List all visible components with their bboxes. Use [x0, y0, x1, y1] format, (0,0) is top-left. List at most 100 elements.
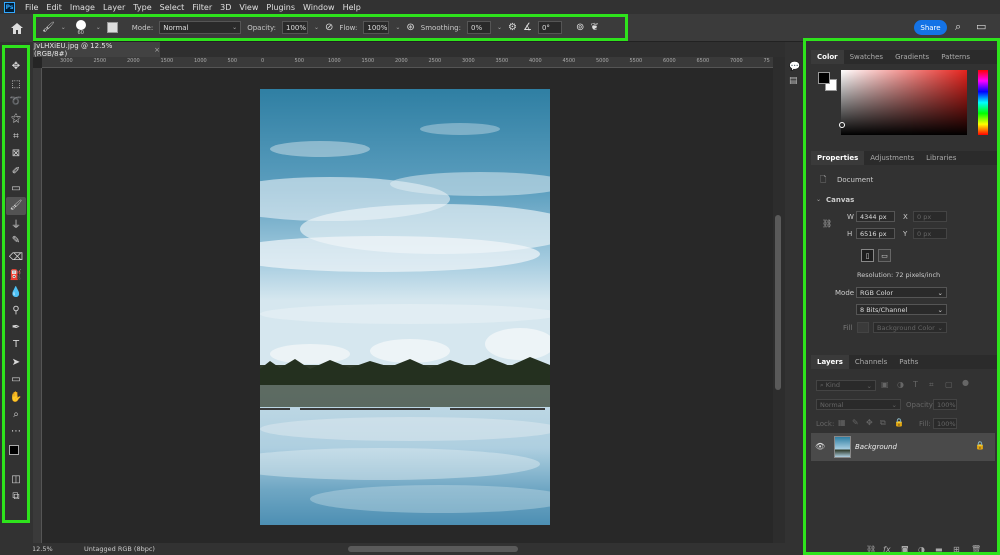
filter-toggle-icon[interactable]: ● [962, 378, 969, 387]
tab-libraries[interactable]: Libraries [920, 151, 962, 165]
width-input[interactable]: 4344 px [856, 211, 895, 222]
menu-edit[interactable]: Edit [42, 3, 66, 12]
gear-icon[interactable]: ⚙ [508, 22, 517, 33]
menu-help[interactable]: Help [339, 3, 365, 12]
menu-view[interactable]: View [235, 3, 262, 12]
tab-swatches[interactable]: Swatches [844, 50, 889, 64]
bit-depth-dropdown[interactable]: 8 Bits/Channel ⌄ [856, 304, 947, 315]
blend-mode-dropdown[interactable]: Normal ⌄ [816, 399, 901, 410]
lock-all-icon[interactable]: 🔒 [894, 418, 904, 427]
workspace-icon[interactable]: ▭ [976, 20, 986, 33]
tab-adjustments[interactable]: Adjustments [864, 151, 920, 165]
ruler-vertical[interactable] [33, 68, 42, 543]
new-layer-icon[interactable]: ⊞ [953, 545, 960, 552]
link-layers-icon[interactable]: ⛓ [866, 545, 876, 552]
mode-dropdown[interactable]: Normal ⌄ [159, 21, 242, 34]
tab-layers[interactable]: Layers [811, 355, 849, 369]
hand-tool-icon[interactable]: ✋ [6, 388, 26, 405]
brush-size-picker[interactable]: 60 [72, 19, 90, 36]
brush-tool-icon[interactable]: 🖌 [6, 197, 26, 215]
quick-mask-icon[interactable]: ◫ [6, 471, 26, 488]
chevron-down-icon[interactable]: ⌄ [61, 24, 66, 31]
menu-plugins[interactable]: Plugins [262, 3, 299, 12]
layer-fill-input[interactable]: 100% [933, 418, 957, 429]
pen-tool-icon[interactable]: ✒ [6, 319, 26, 336]
search-icon[interactable]: ⌕ [955, 20, 961, 34]
marquee-tool-icon[interactable]: ⬚ [6, 75, 26, 92]
portrait-orientation-button[interactable]: ▯ [861, 249, 874, 262]
move-tool-icon[interactable]: ✥ [6, 58, 26, 75]
magic-wand-tool-icon[interactable]: ⚝ [6, 110, 26, 127]
more-tools-icon[interactable]: ⋯ [6, 423, 26, 440]
path-selection-tool-icon[interactable]: ➤ [6, 354, 26, 371]
menu-image[interactable]: Image [66, 3, 99, 12]
fill-dropdown[interactable]: Background Color ⌄ [873, 322, 947, 333]
eyedropper-tool-icon[interactable]: ✐ [6, 162, 26, 179]
document-image[interactable] [260, 89, 550, 525]
chevron-down-icon[interactable]: ⌄ [96, 24, 101, 31]
opacity-input[interactable]: 100% [281, 21, 308, 34]
share-button[interactable]: Share [914, 20, 947, 35]
lock-pixels-icon[interactable]: ✎ [852, 418, 859, 427]
flow-input[interactable]: 100% [363, 21, 390, 34]
menu-select[interactable]: Select [156, 3, 189, 12]
layer-filter-dropdown[interactable]: ⌕ Kind ⌄ [816, 380, 876, 391]
fill-swatch[interactable] [857, 322, 869, 333]
frame-tool-icon[interactable]: ⊠ [6, 145, 26, 162]
airbrush-icon[interactable]: ⊛ [406, 22, 414, 33]
color-picker-marker[interactable] [839, 122, 845, 128]
lasso-tool-icon[interactable]: ➰ [6, 93, 26, 110]
lock-position-icon[interactable]: ✥ [866, 418, 873, 427]
filter-type-icon[interactable]: T [913, 380, 918, 389]
zoom-tool-icon[interactable]: ⌕ [6, 406, 26, 423]
tab-paths[interactable]: Paths [893, 355, 924, 369]
chevron-down-icon[interactable]: ⌄ [816, 196, 821, 203]
rectangle-tool-icon[interactable]: ▭ [6, 371, 26, 388]
chevron-down-icon[interactable]: ⌄ [395, 24, 400, 31]
lock-transparency-icon[interactable]: ▦ [838, 418, 846, 427]
menu-type[interactable]: Type [129, 3, 155, 12]
type-tool-icon[interactable]: T [6, 336, 26, 353]
filter-shape-icon[interactable]: ⌗ [929, 380, 934, 390]
comments-icon[interactable]: 💬 [789, 62, 800, 72]
history-icon[interactable]: ▤ [789, 76, 798, 86]
lock-artboard-icon[interactable]: ⧉ [880, 418, 886, 428]
trash-icon[interactable]: 🗑 [971, 545, 981, 552]
layer-name[interactable]: Background [855, 443, 897, 451]
layer-mask-icon[interactable]: ◙ [901, 545, 909, 552]
document-tab[interactable]: JvLHXiEU.jpg @ 12.5% (RGB/8#) × [30, 42, 160, 58]
brush-settings-icon[interactable] [106, 22, 118, 33]
healing-brush-tool-icon[interactable]: ▭ [6, 180, 26, 197]
color-mode-dropdown[interactable]: RGB Color ⌄ [856, 287, 947, 298]
menu-3d[interactable]: 3D [216, 3, 235, 12]
crop-tool-icon[interactable]: ⌗ [6, 128, 26, 145]
paint-bucket-tool-icon[interactable]: ⛽ [6, 267, 26, 284]
smoothing-input[interactable]: 0% [467, 21, 491, 34]
tab-properties[interactable]: Properties [811, 151, 865, 165]
zoom-level[interactable]: 12.5% [32, 545, 80, 553]
adjustment-layer-icon[interactable]: ◑ [918, 545, 925, 552]
tab-gradients[interactable]: Gradients [889, 50, 935, 64]
layer-opacity-input[interactable]: 100% [933, 399, 957, 410]
height-input[interactable]: 6516 px [856, 228, 895, 239]
pressure-size-icon[interactable]: ⊚ [576, 22, 584, 33]
filter-adjustment-icon[interactable]: ◑ [897, 380, 904, 389]
tab-channels[interactable]: Channels [849, 355, 893, 369]
menu-layer[interactable]: Layer [99, 3, 129, 12]
tab-patterns[interactable]: Patterns [935, 50, 976, 64]
hue-slider[interactable] [978, 70, 988, 135]
eraser-tool-icon[interactable]: ⌫ [6, 249, 26, 266]
ruler-horizontal[interactable]: 3000 2500 2000 1500 1000 500 0 500 1000 1500 2000 2… [42, 57, 773, 68]
brush-preset-icon[interactable]: 🖌 [42, 22, 55, 33]
x-input[interactable]: 0 px [913, 211, 947, 222]
menu-file[interactable]: File [21, 3, 42, 12]
color-swatches-icon[interactable] [6, 441, 26, 467]
document-profile[interactable]: Untagged RGB (8bpc) [84, 545, 155, 553]
eye-icon[interactable]: 👁 [815, 442, 825, 451]
chevron-down-icon[interactable]: ⌄ [314, 24, 319, 31]
panel-foreground-swatch[interactable] [818, 72, 830, 84]
color-picker-field[interactable] [841, 70, 967, 135]
filter-pixel-icon[interactable]: ▣ [881, 380, 889, 389]
menu-window[interactable]: Window [299, 3, 339, 12]
home-button[interactable] [0, 14, 33, 42]
